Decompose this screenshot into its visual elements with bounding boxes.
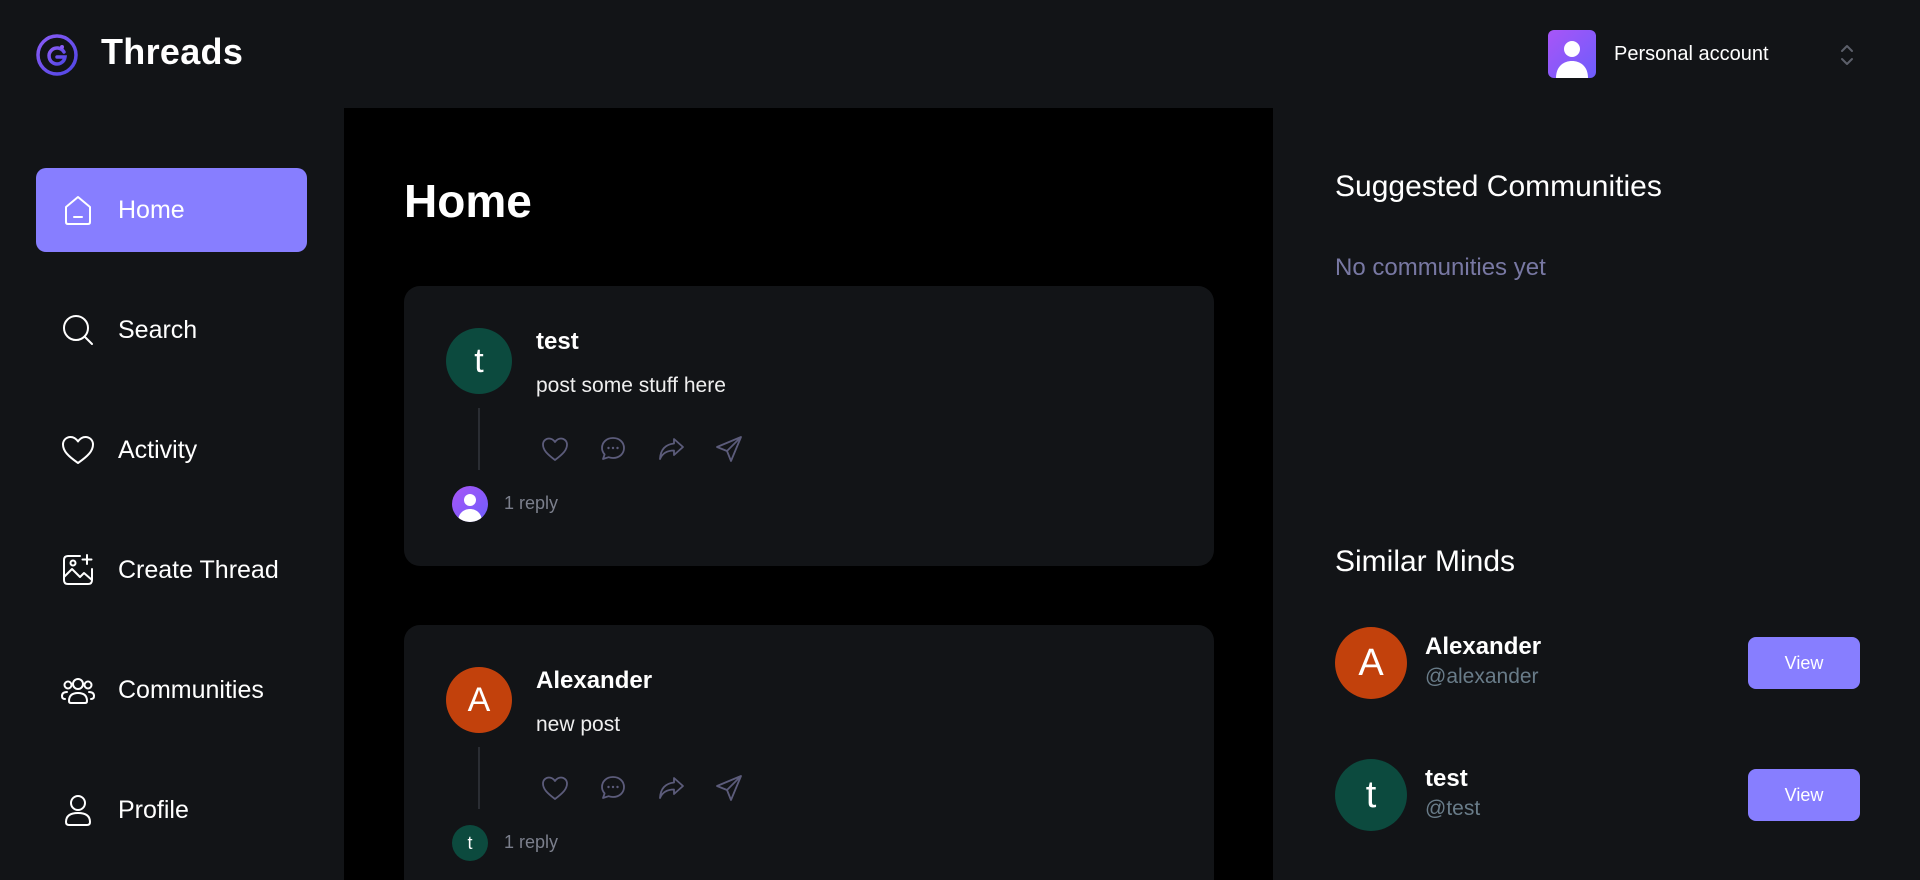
heart-icon [62, 436, 94, 464]
like-heart-icon[interactable] [540, 773, 570, 803]
view-user-button[interactable]: View [1748, 769, 1860, 821]
person-silhouette-icon [1556, 41, 1588, 78]
search-icon [63, 315, 93, 345]
sidebar-item-label: Activity [118, 435, 198, 464]
thread-content: post some stuff here [536, 374, 726, 397]
similar-user-card: A Alexander @alexander View [1335, 627, 1863, 699]
topbar: Threads Personal account [0, 0, 1920, 108]
thread-line [478, 747, 480, 809]
sidebar-item-label: Communities [118, 675, 264, 704]
sidebar-item-home[interactable]: Home [36, 168, 307, 252]
thread-actions [540, 434, 744, 464]
user-avatar: A [1335, 627, 1407, 699]
user-name: test [1425, 765, 1468, 792]
page-title: Home [404, 175, 532, 227]
home-icon [65, 196, 91, 225]
sidebar-item-profile[interactable]: Profile [36, 768, 307, 852]
person-silhouette-icon [458, 494, 482, 522]
user-handle: @test [1425, 797, 1481, 820]
author-name[interactable]: Alexander [536, 667, 652, 695]
thread-card[interactable]: t test post some stuff here 1 reply [404, 286, 1214, 566]
right-sidebar: Suggested Communities No communities yet… [1273, 108, 1920, 880]
user-icon [64, 795, 92, 826]
sidebar-item-label: Home [118, 195, 185, 224]
left-sidebar: Home Search Activity Create Thread Commu… [0, 108, 344, 880]
reply-avatar[interactable]: t [452, 825, 488, 861]
sidebar-item-label: Profile [118, 795, 189, 824]
create-image-icon [63, 554, 93, 585]
app-brand[interactable]: Threads [101, 31, 243, 73]
sidebar-item-label: Search [118, 315, 198, 344]
like-heart-icon[interactable] [540, 434, 570, 464]
account-avatar [1548, 30, 1596, 78]
author-avatar[interactable]: t [446, 328, 512, 394]
threads-logo-icon[interactable] [35, 33, 79, 77]
thread-line [478, 408, 480, 470]
reply-count[interactable]: 1 reply [504, 493, 558, 514]
view-user-button[interactable]: View [1748, 637, 1860, 689]
reply-avatar[interactable] [452, 486, 488, 522]
repost-share-icon[interactable] [656, 773, 686, 803]
user-name: Alexander [1425, 633, 1542, 660]
account-label: Personal account [1614, 42, 1769, 65]
author-name[interactable]: test [536, 328, 579, 356]
similar-minds-heading: Similar Minds [1335, 545, 1516, 578]
thread-content: new post [536, 713, 621, 736]
reply-comment-icon[interactable] [598, 434, 628, 464]
suggested-communities-heading: Suggested Communities [1335, 170, 1662, 203]
sidebar-item-activity[interactable]: Activity [36, 408, 307, 492]
users-icon [60, 678, 96, 704]
sidebar-item-label: Create Thread [118, 555, 279, 584]
reply-count[interactable]: 1 reply [504, 832, 558, 853]
account-switcher[interactable]: Personal account [1548, 30, 1769, 78]
sidebar-item-create-thread[interactable]: Create Thread [36, 528, 307, 612]
sidebar-item-search[interactable]: Search [36, 288, 307, 372]
chevron-up-down-icon[interactable] [1838, 40, 1856, 70]
repost-share-icon[interactable] [656, 434, 686, 464]
thread-actions [540, 773, 744, 803]
send-icon[interactable] [714, 773, 744, 803]
author-avatar[interactable]: A [446, 667, 512, 733]
user-handle: @alexander [1425, 665, 1539, 688]
reply-comment-icon[interactable] [598, 773, 628, 803]
send-icon[interactable] [714, 434, 744, 464]
communities-empty-state: No communities yet [1335, 254, 1546, 281]
user-avatar: t [1335, 759, 1407, 831]
main-feed: Home t test post some stuff here 1 reply… [344, 108, 1273, 880]
thread-card[interactable]: A Alexander new post t 1 reply [404, 625, 1214, 880]
similar-user-card: t test @test View [1335, 759, 1863, 831]
sidebar-item-communities[interactable]: Communities [36, 648, 307, 732]
